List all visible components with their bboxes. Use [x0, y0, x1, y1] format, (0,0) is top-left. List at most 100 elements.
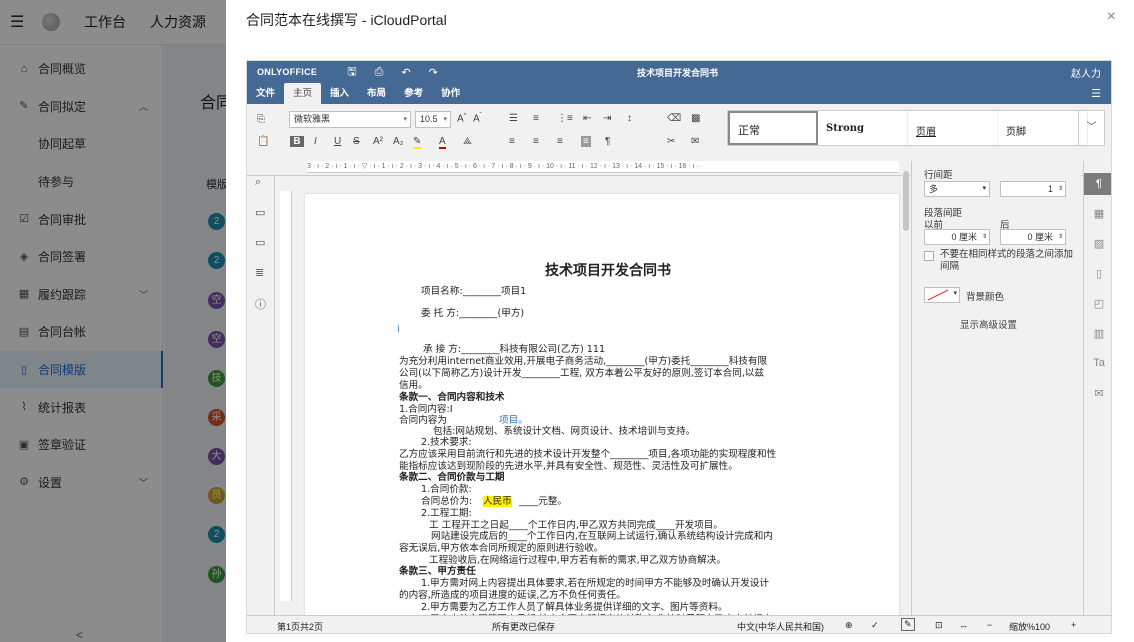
document-title: 技术项目开发合同书	[637, 67, 719, 78]
subscript-icon[interactable]: A₂	[393, 136, 404, 147]
spacing-before-input[interactable]: 0 厘米 ⇕	[924, 229, 990, 245]
close-icon[interactable]: ×	[1107, 8, 1116, 26]
align-right-icon[interactable]: ≡	[557, 136, 563, 147]
paste-icon[interactable]: 📋	[257, 136, 269, 147]
font-size-select[interactable]: 10.5 ▾	[415, 111, 451, 128]
zoom-in-icon[interactable]: +	[1071, 620, 1076, 630]
numbering-icon[interactable]: ≡	[533, 113, 539, 124]
line-spacing-mode-select[interactable]: 多 ▾	[924, 181, 990, 197]
zoom-level: 缩放%100	[1009, 622, 1051, 632]
align-left-icon[interactable]: ≡	[509, 136, 515, 147]
fill-color-icon[interactable]: ⟁	[463, 136, 472, 147]
tab-collaborate[interactable]: 协作	[432, 83, 469, 104]
left-toolbar: ⌕ ▭ ▭ ≣ ⓘ	[247, 176, 275, 616]
track-changes-icon[interactable]: ✎	[901, 618, 915, 631]
document-line: 为充分利用internet商业效用,开展电子商务活动,________(甲方)委…	[399, 356, 768, 367]
save-status: 所有更改已保存	[492, 622, 556, 632]
increase-font-icon[interactable]: A^	[457, 113, 467, 124]
header-footer-icon[interactable]: ▯	[1091, 267, 1107, 280]
superscript-icon[interactable]: A²	[373, 136, 383, 147]
modal-backdrop[interactable]	[0, 0, 226, 642]
document-line: 网站建设完成后的____个工作日内,在互联网上试运行,确认系统结构设计完成和内	[431, 531, 773, 542]
background-color-picker[interactable]: ▾	[924, 287, 960, 303]
paragraph-settings-icon[interactable]: ¶	[1084, 173, 1111, 195]
vertical-scrollbar[interactable]	[902, 161, 910, 616]
tab-layout[interactable]: 布局	[358, 83, 395, 104]
print-icon[interactable]: ⎙	[375, 66, 384, 79]
table-settings-icon[interactable]: ▦	[1091, 207, 1107, 220]
decrease-indent-icon[interactable]: ⇤	[583, 113, 591, 124]
paragraph-marks-icon[interactable]: ¶	[605, 136, 610, 147]
multilevel-icon[interactable]: ⋮≡	[557, 113, 573, 124]
line-spacing-value-input[interactable]: 1 ⇕	[1000, 181, 1066, 197]
navigation-icon[interactable]: ≣	[255, 266, 264, 279]
document-page[interactable]: 技术项目开发合同书 项目名称:________项目1 委 托 方:________(…	[305, 194, 899, 624]
tab-file[interactable]: 文件	[247, 83, 284, 104]
style-normal[interactable]: 正常	[728, 111, 818, 145]
mail-merge-icon[interactable]: ✉	[691, 136, 699, 147]
save-icon[interactable]: 🖫	[347, 63, 356, 82]
document-line: 容无误后,甲方依本合同所规定的原则进行验收。	[399, 543, 604, 554]
highlight-icon[interactable]: ✎	[413, 136, 422, 149]
style-footer[interactable]: 页脚	[998, 111, 1088, 145]
justify-icon[interactable]: ≡	[581, 136, 591, 147]
redo-icon[interactable]: ↷	[429, 66, 438, 79]
status-bar: 第1页共2页 所有更改已保存 中文(中华人民共和国) ⊕ ✓ ✎ ⊡ ↔ − 缩…	[247, 615, 1111, 633]
strikethrough-icon[interactable]: S	[353, 136, 360, 147]
document-line: 公司(以下简称乙方)设计开发________工程, 双方本着公平友好的原则,签订…	[399, 368, 765, 379]
bullets-icon[interactable]: ☰	[509, 113, 518, 124]
format-painter-icon[interactable]: ✂	[667, 136, 675, 147]
document-line: 的内容,所造成的项目进度的延误,乙方不负任何责任。	[399, 590, 626, 601]
language-select[interactable]: 中文(中华人民共和国)	[737, 620, 824, 633]
editor-modal: 合同范本在线撰写 - iCloudPortal × ONLYOFFICE 🖫 ⎙…	[226, 0, 1134, 642]
globe-icon[interactable]: ⊕	[845, 620, 853, 631]
user-name[interactable]: 赵人力	[1071, 65, 1101, 80]
italic-icon[interactable]: I	[314, 136, 317, 147]
onlyoffice-editor: ONLYOFFICE 🖫 ⎙ ↶ ↷ 技术项目开发合同书 赵人力 文件 主页 插…	[246, 60, 1112, 634]
image-settings-icon[interactable]: ▨	[1091, 237, 1107, 250]
align-center-icon[interactable]: ≡	[533, 136, 539, 147]
document-line: 条款二、合同价款与工期	[399, 472, 505, 483]
tab-insert[interactable]: 插入	[321, 83, 358, 104]
fit-width-icon[interactable]: ↔	[959, 620, 968, 630]
chat-icon[interactable]: ▭	[255, 236, 265, 249]
zoom-out-icon[interactable]: −	[987, 620, 992, 630]
document-line: 合同内容为	[399, 415, 447, 426]
shading-icon[interactable]: ▩	[691, 113, 700, 124]
line-spacing-icon[interactable]: ↕	[627, 113, 632, 124]
increase-indent-icon[interactable]: ⇥	[603, 113, 611, 124]
scrollbar-thumb[interactable]	[903, 171, 909, 231]
document-line: 项目名称:________项目1	[421, 286, 527, 297]
vertical-ruler[interactable]	[280, 191, 292, 601]
tab-references[interactable]: 参考	[395, 83, 432, 104]
bold-icon[interactable]: B	[290, 136, 304, 147]
clear-style-icon[interactable]: ⌫	[667, 113, 681, 124]
font-family-select[interactable]: 微软雅黑 ▾	[289, 111, 411, 128]
no-space-checkbox[interactable]	[924, 251, 934, 261]
chart-settings-icon[interactable]: ▥	[1091, 327, 1107, 340]
mail-merge-icon[interactable]: ✉	[1091, 387, 1107, 400]
font-color-icon[interactable]: A	[439, 136, 446, 149]
show-advanced-settings-link[interactable]: 显示高级设置	[960, 317, 1017, 331]
decrease-font-icon[interactable]: Aˇ	[473, 113, 482, 124]
info-icon[interactable]: ⓘ	[255, 296, 266, 312]
fit-page-icon[interactable]: ⊡	[935, 620, 943, 631]
spellcheck-icon[interactable]: ✓	[871, 620, 879, 631]
spacing-after-input[interactable]: 0 厘米 ⇕	[1000, 229, 1066, 245]
copy-icon[interactable]: ⎘	[257, 114, 265, 125]
shape-settings-icon[interactable]: ◰	[1091, 297, 1107, 310]
underline-icon[interactable]: U	[334, 136, 341, 147]
horizontal-ruler[interactable]: 3 · ı · 2 · ı · 1 · ı · ▽ · ı · 1 · ı · …	[307, 161, 899, 173]
comments-icon[interactable]: ▭	[255, 206, 265, 219]
hamburger-menu-icon[interactable]: ☰	[1091, 87, 1101, 100]
tab-home[interactable]: 主页	[284, 83, 322, 104]
page-count[interactable]: 第1页共2页	[277, 620, 323, 633]
style-header[interactable]: 页眉	[908, 111, 998, 145]
chevron-down-icon[interactable]: ﹀	[1078, 111, 1104, 145]
textart-icon[interactable]: Ta	[1091, 357, 1107, 369]
style-strong[interactable]: Strong	[818, 111, 908, 145]
search-icon[interactable]: ⌕	[255, 176, 261, 189]
undo-icon[interactable]: ↶	[401, 66, 410, 79]
ribbon-tabs: 文件 主页 插入 布局 参考 协作 ☰	[247, 83, 1111, 104]
chevron-down-icon: ▾	[982, 185, 986, 192]
